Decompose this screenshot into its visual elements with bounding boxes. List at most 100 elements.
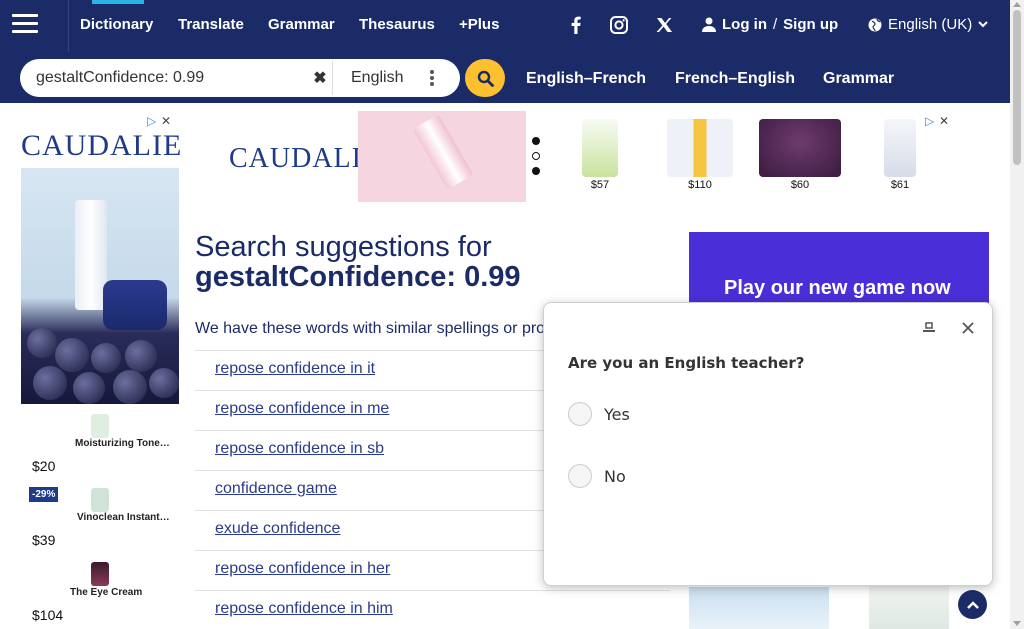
link-english-french[interactable]: English–French	[526, 70, 646, 88]
radio-button[interactable]	[568, 464, 592, 488]
product-image	[759, 119, 841, 177]
cream-jar	[103, 280, 167, 330]
product-price: $110	[688, 179, 712, 191]
carousel-dot[interactable]	[532, 152, 540, 160]
suggestion-link[interactable]: repose confidence in sb	[215, 440, 384, 458]
left-advertisement[interactable]: ▷ ✕ CAUDALIE Moisturizing Tone… $20 -29% …	[19, 111, 181, 629]
minimize-icon[interactable]	[921, 320, 937, 336]
product-price: $39	[32, 532, 56, 548]
nav-dictionary[interactable]: Dictionary	[80, 16, 153, 33]
search-input[interactable]: gestaltConfidence: 0.99	[36, 69, 204, 87]
product-price: $60	[790, 179, 810, 191]
user-icon	[702, 17, 716, 32]
carousel-dot[interactable]	[532, 137, 540, 145]
banner-product[interactable]: $110	[655, 119, 745, 191]
product-name: Moisturizing Tone…	[75, 438, 170, 449]
login-separator: /	[773, 16, 778, 33]
ad-product-item[interactable]: Moisturizing Tone… $20	[19, 411, 179, 481]
instagram-icon[interactable]	[606, 13, 632, 37]
grape	[55, 338, 89, 372]
survey-option-no[interactable]: No	[568, 464, 626, 488]
adchoices-icon[interactable]: ▷ ✕	[147, 114, 171, 128]
signup-link[interactable]: Sign up	[783, 16, 838, 33]
link-grammar[interactable]: Grammar	[823, 70, 894, 88]
chevron-down-icon	[978, 21, 988, 28]
scroll-down-arrow[interactable]	[1013, 621, 1021, 626]
ad-banner-image	[358, 111, 526, 202]
search-query-heading: gestaltConfidence: 0.99	[195, 261, 521, 293]
chevron-up-icon	[966, 600, 979, 609]
nav-grammar[interactable]: Grammar	[268, 16, 335, 33]
scrollbar-thumb[interactable]	[1013, 10, 1021, 165]
suggestions-intro: We have these words with similar spellin…	[195, 320, 545, 337]
product-name: The Eye Cream	[70, 587, 143, 598]
login-link[interactable]: Log in	[722, 16, 767, 33]
product-price: $20	[32, 458, 56, 474]
login-area: Log in / Sign up	[702, 16, 838, 33]
product-thumbnail	[91, 562, 109, 586]
search-bar: gestaltConfidence: 0.99 ✖ English Englis…	[0, 52, 1024, 103]
globe-icon	[868, 18, 882, 31]
menu-icon[interactable]	[12, 14, 38, 34]
active-nav-indicator	[92, 0, 144, 4]
suggestion-link[interactable]: confidence game	[215, 480, 337, 498]
carousel-dot[interactable]	[532, 167, 540, 175]
banner-product[interactable]: $57	[555, 119, 645, 191]
suggestion-link[interactable]: repose confidence in me	[215, 400, 389, 418]
dictionary-select[interactable]: English	[332, 61, 452, 95]
language-label: English (UK)	[888, 16, 973, 33]
close-icon: ✖	[313, 70, 327, 87]
survey-option-yes[interactable]: Yes	[568, 402, 630, 426]
game-promo-text: Play our new game now	[724, 277, 951, 299]
top-banner-advertisement[interactable]: CAUDALIE $57 $110 $60 $61 ▷ ✕	[227, 111, 957, 202]
vertical-scrollbar[interactable]	[1010, 0, 1024, 629]
survey-question: Are you an English teacher?	[568, 354, 805, 372]
close-icon[interactable]	[960, 320, 976, 336]
product-image	[667, 119, 733, 177]
facebook-icon[interactable]	[563, 13, 589, 37]
more-options-icon	[430, 70, 434, 88]
search-icon	[477, 70, 494, 87]
language-selector[interactable]: English (UK)	[868, 16, 988, 33]
nav-plus[interactable]: +Plus	[459, 16, 499, 33]
product-image	[884, 119, 916, 177]
ad-product-item[interactable]: -29% Vinoclean Instant… $39	[19, 484, 179, 554]
ad-product-image	[689, 587, 829, 629]
grape	[149, 368, 179, 398]
game-promo-banner[interactable]: Play our new game now	[689, 232, 989, 304]
scroll-up-arrow[interactable]	[1013, 2, 1021, 7]
clear-search-button[interactable]: ✖	[306, 63, 334, 93]
product-thumbnail	[91, 488, 109, 512]
x-icon[interactable]	[651, 13, 677, 37]
product-image	[582, 119, 618, 177]
survey-popup: Are you an English teacher? Yes No	[543, 302, 993, 586]
product-price: $57	[590, 179, 610, 191]
ad-product-image	[869, 580, 949, 629]
suggestion-link[interactable]: repose confidence in it	[215, 360, 375, 378]
nav-divider	[68, 0, 69, 52]
radio-button[interactable]	[568, 402, 592, 426]
discount-badge: -29%	[29, 487, 59, 502]
banner-product[interactable]: $61	[855, 119, 945, 191]
suggestion-link[interactable]: repose confidence in her	[215, 560, 390, 578]
product-price: $61	[890, 179, 910, 191]
grape	[91, 343, 121, 373]
scroll-to-top-button[interactable]	[958, 590, 987, 619]
product-thumbnail	[91, 414, 109, 438]
search-button[interactable]	[465, 59, 505, 97]
grape	[125, 340, 157, 372]
ad-brand-logo: CAUDALIE	[21, 129, 181, 162]
nav-thesaurus[interactable]: Thesaurus	[359, 16, 435, 33]
suggestion-link[interactable]: repose confidence in him	[215, 600, 393, 618]
grape	[27, 328, 57, 358]
adchoices-icon[interactable]: ▷ ✕	[925, 114, 949, 128]
option-label: No	[604, 466, 626, 486]
link-french-english[interactable]: French–English	[675, 70, 795, 88]
banner-product[interactable]: $60	[755, 119, 845, 191]
option-label: Yes	[604, 404, 630, 424]
nav-translate[interactable]: Translate	[178, 16, 244, 33]
ad-product-item[interactable]: The Eye Cream $104	[19, 559, 179, 629]
search-box: gestaltConfidence: 0.99 ✖ English	[20, 59, 460, 97]
suggestion-link[interactable]: exude confidence	[215, 520, 340, 538]
carousel-dots[interactable]	[532, 137, 540, 182]
